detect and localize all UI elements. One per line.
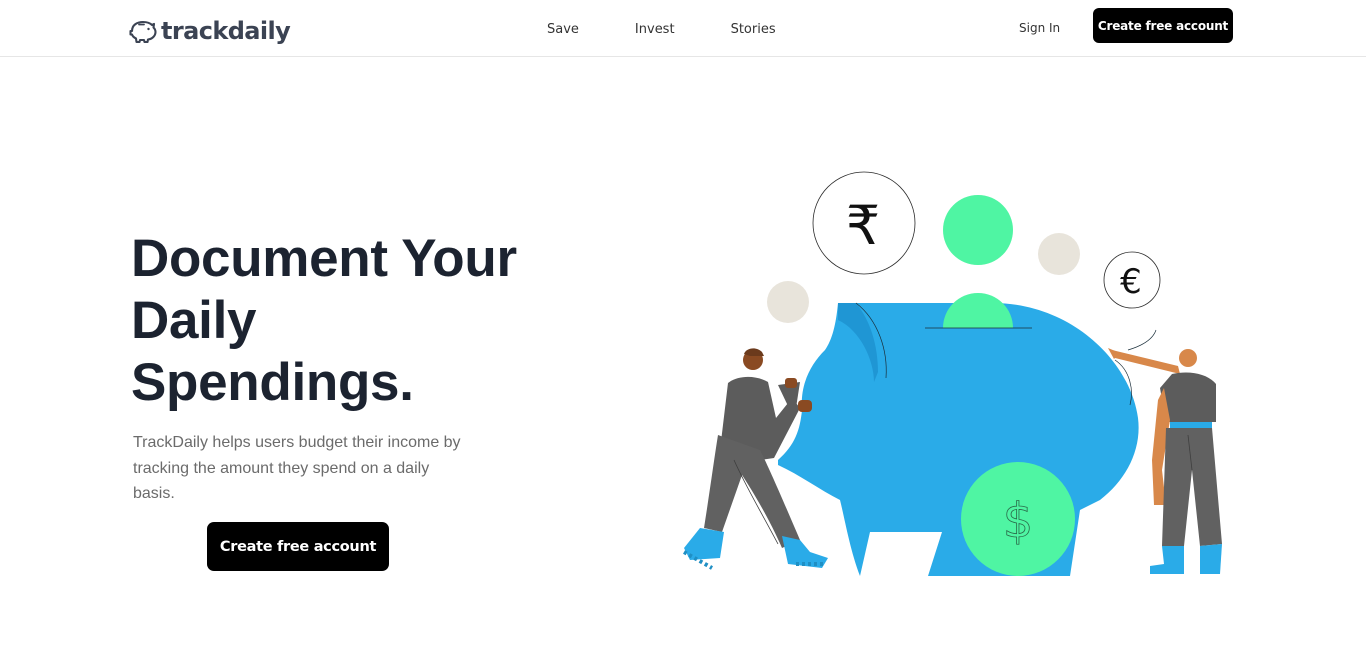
hero-description: TrackDaily helps users budget their inco…	[133, 434, 461, 502]
hero-title: Document Your Daily Spendings.	[131, 228, 591, 414]
navbar: trackdaily Save Invest Stories Sign In C…	[0, 0, 1366, 57]
main-nav: Save Invest Stories	[547, 21, 776, 39]
hero-title-line: Document Your	[131, 229, 517, 288]
beige-coin-right	[1038, 233, 1080, 275]
beige-coin-left	[767, 281, 809, 323]
sign-in-link[interactable]: Sign In	[1019, 19, 1060, 37]
nav-link-save[interactable]: Save	[547, 21, 579, 39]
rupee-coin: ₹	[812, 171, 916, 275]
piggy-bank-illustration: ₹ € $	[683, 171, 1222, 576]
dollar-coin: $	[961, 462, 1075, 576]
dollar-symbol: $	[1003, 493, 1034, 549]
nav-link-stories[interactable]: Stories	[731, 21, 776, 39]
euro-symbol: €	[1120, 262, 1142, 302]
hero-title-line: Daily	[131, 291, 257, 350]
rupee-symbol: ₹	[846, 194, 880, 257]
piggy-bank-icon	[129, 20, 157, 44]
green-coin-top	[943, 195, 1013, 265]
nav-link-invest[interactable]: Invest	[635, 21, 675, 39]
euro-coin: €	[1103, 251, 1161, 309]
nav-create-account-button[interactable]: Create free account	[1093, 8, 1233, 43]
hero-title-line: Spendings.	[131, 353, 414, 412]
brand-name: trackdaily	[161, 17, 291, 45]
hero-create-account-button[interactable]: Create free account	[207, 522, 389, 571]
brand-logo[interactable]: trackdaily	[128, 15, 291, 47]
piggy-bank: $	[778, 293, 1139, 576]
